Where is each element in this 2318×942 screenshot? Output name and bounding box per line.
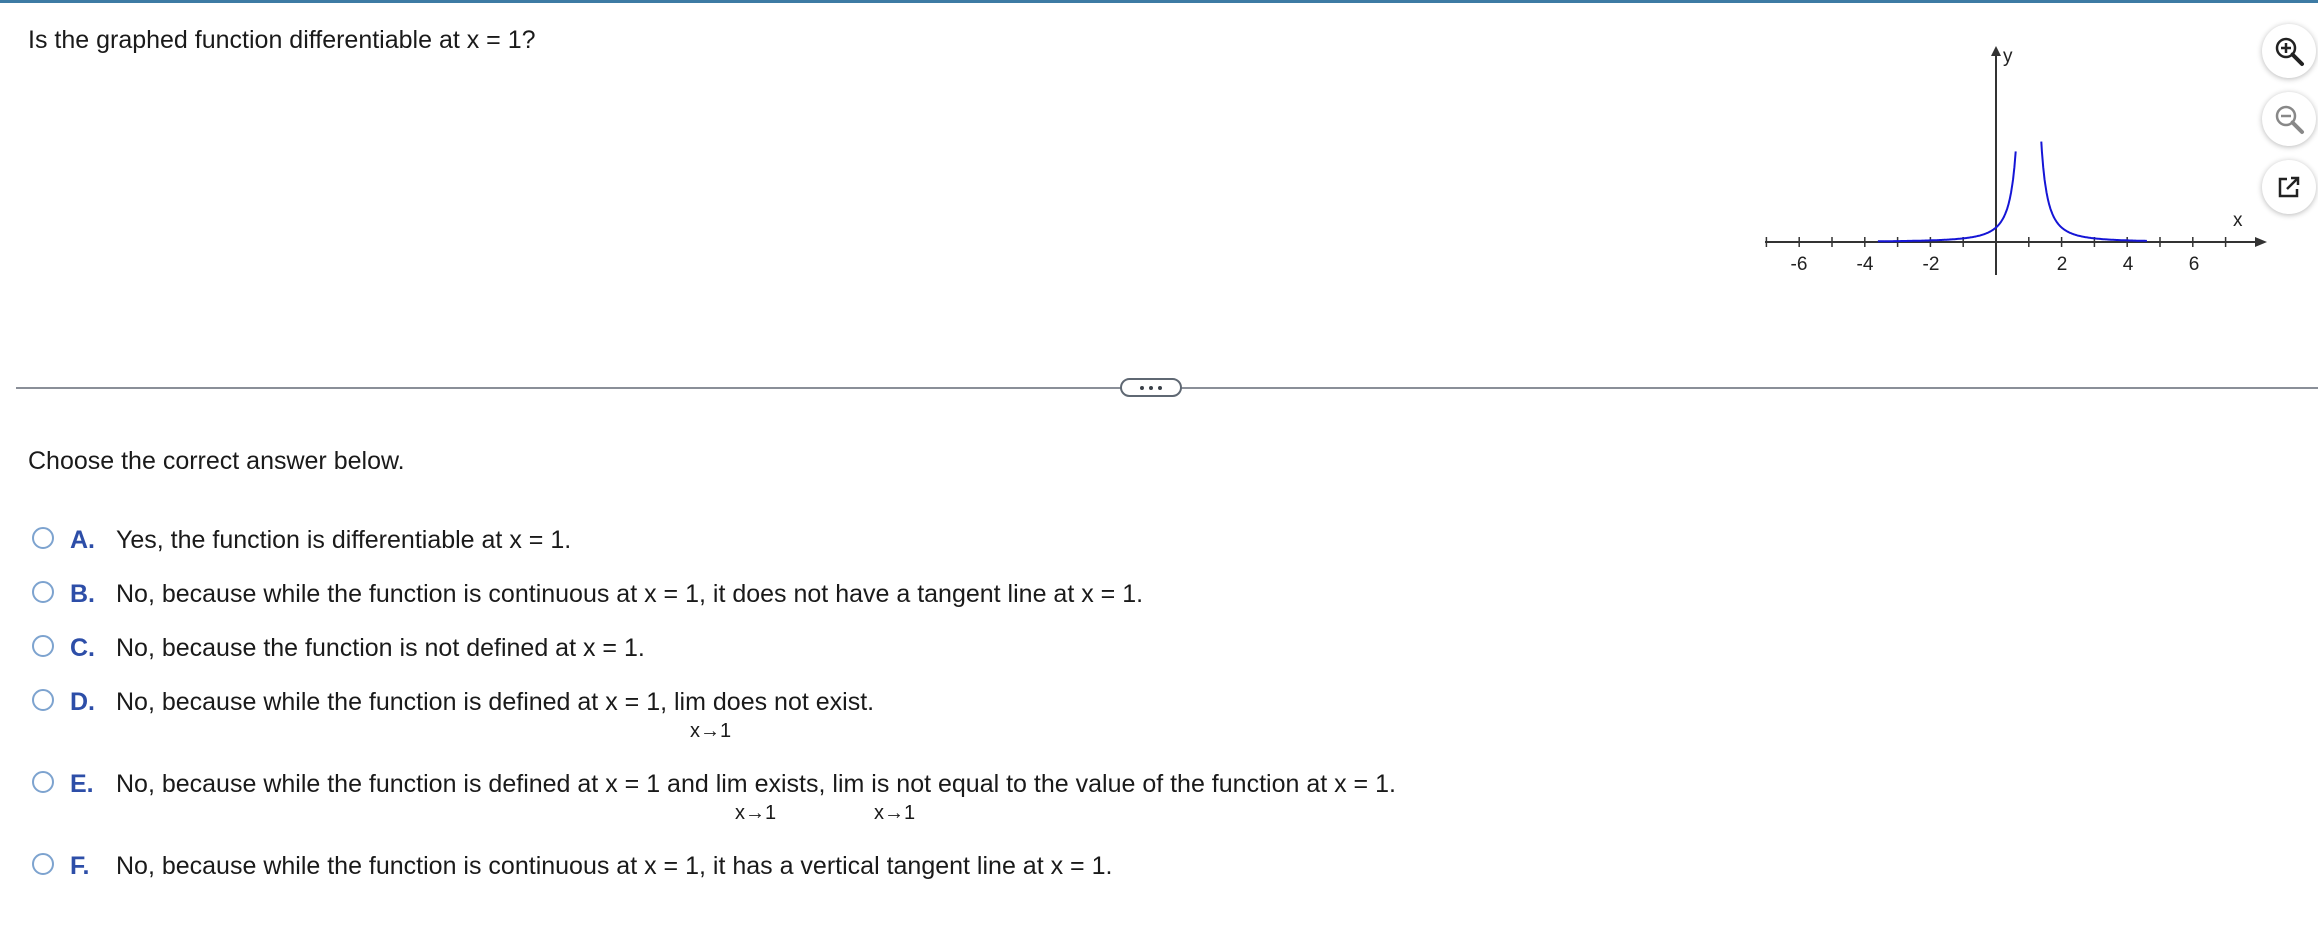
zoom-in-button[interactable] xyxy=(2262,24,2316,78)
ellipsis-dot xyxy=(1149,385,1153,390)
option-text-part: exists, xyxy=(754,770,826,798)
x-tick-label: 6 xyxy=(2189,254,2200,275)
x-axis-arrowhead xyxy=(2255,237,2267,247)
expand-more-button[interactable] xyxy=(1120,378,1182,397)
ellipsis-dot xyxy=(1158,385,1162,390)
zoom-in-icon xyxy=(2275,37,2304,66)
popout-button[interactable] xyxy=(2262,160,2316,214)
radio-button[interactable] xyxy=(32,771,54,793)
limit-operator: lim xyxy=(715,770,748,798)
function-curve-right-branch xyxy=(2040,141,2147,242)
option-letter: C. xyxy=(70,634,95,662)
limit-subscript: x→1 xyxy=(690,720,732,742)
x-tick-label: -4 xyxy=(1857,254,1874,275)
instruction-text: Choose the correct answer below. xyxy=(28,447,405,475)
option-letter: A. xyxy=(70,526,95,554)
limit-operator: lim xyxy=(674,688,706,716)
option-text-part: is not equal to the value of the functio… xyxy=(871,770,1396,798)
option-text: No, because while the function is define… xyxy=(116,688,874,717)
y-axis-arrowhead xyxy=(1991,46,2001,56)
option-text: No, because while the function is define… xyxy=(116,770,1396,799)
option-letter: E. xyxy=(70,770,94,798)
option-text-part: does not exist. xyxy=(712,688,875,716)
option-text: Yes, the function is differentiable at x… xyxy=(116,526,572,554)
zoom-out-button[interactable] xyxy=(2262,92,2316,146)
ellipsis-dot xyxy=(1140,385,1144,390)
limit-subscript: x→1 xyxy=(874,802,916,824)
x-axis-label: x xyxy=(2233,210,2243,231)
option-text-part: No, because while the function is define… xyxy=(116,770,709,798)
zoom-out-icon xyxy=(2275,105,2304,134)
option-text: No, because the function is not defined … xyxy=(116,634,645,662)
x-tick-label: -2 xyxy=(1923,254,1940,275)
x-tick-label: 4 xyxy=(2123,254,2134,275)
x-tick-label: -6 xyxy=(1791,254,1808,275)
top-accent-bar xyxy=(0,0,2318,3)
limit-subscript: x→1 xyxy=(735,802,777,824)
y-axis-label: y xyxy=(2003,46,2013,67)
radio-button[interactable] xyxy=(32,581,54,603)
option-letter: B. xyxy=(70,580,95,608)
radio-button[interactable] xyxy=(32,689,54,711)
limit-operator: lim xyxy=(832,770,865,798)
option-text-part: No, because while the function is define… xyxy=(116,688,668,716)
radio-button[interactable] xyxy=(32,853,54,875)
open-in-new-window-icon xyxy=(2278,176,2300,198)
x-tick-label: 2 xyxy=(2057,254,2068,275)
option-letter: F. xyxy=(70,852,90,880)
radio-button[interactable] xyxy=(32,635,54,657)
option-letter: D. xyxy=(70,688,95,716)
option-text: No, because while the function is contin… xyxy=(116,580,1144,608)
question-text: Is the graphed function differentiable a… xyxy=(28,26,536,54)
radio-button[interactable] xyxy=(32,527,54,549)
function-graph: y x -6 -4 -2 2 4 6 xyxy=(1765,46,2267,275)
option-text: No, because while the function is contin… xyxy=(116,852,1113,880)
